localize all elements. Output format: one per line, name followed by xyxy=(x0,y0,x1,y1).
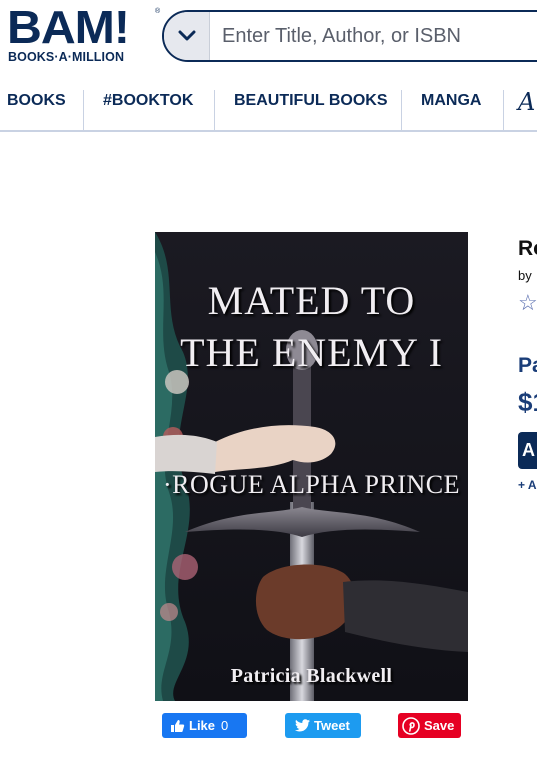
nav-item-manga[interactable]: MANGA xyxy=(421,92,481,130)
nav-item-books[interactable]: BOOKS xyxy=(7,92,66,130)
cover-title-line2: THE ENEMY I xyxy=(180,330,443,375)
facebook-like-button[interactable]: Like 0 xyxy=(162,713,247,738)
pinterest-icon xyxy=(402,716,420,735)
nav-divider xyxy=(503,90,504,130)
pinterest-save-button[interactable]: Save xyxy=(398,713,461,738)
chevron-down-icon xyxy=(178,30,195,41)
search-category-dropdown[interactable] xyxy=(164,12,210,60)
cover-title-line1: MATED TO xyxy=(207,278,416,323)
book-cover-image[interactable]: MATED TO THE ENEMY I ·ROGUE ALPHA PRINCE… xyxy=(155,232,468,701)
like-count: 0 xyxy=(221,718,229,733)
product-price: $1 xyxy=(518,387,537,417)
twitter-bird-icon xyxy=(295,719,310,732)
nav-item-booktok[interactable]: #BOOKTOK xyxy=(103,92,193,130)
add-to-wishlist-link[interactable]: + A xyxy=(518,478,537,492)
rating-star-icon[interactable]: ☆ xyxy=(518,290,537,316)
nav-divider xyxy=(83,90,84,130)
nav-item-script-link[interactable]: A xyxy=(518,88,535,116)
search-bar xyxy=(162,10,537,62)
tweet-label: Tweet xyxy=(314,718,350,733)
tweet-button[interactable]: Tweet xyxy=(285,713,361,738)
thumbs-up-icon xyxy=(171,719,185,732)
like-label: Like xyxy=(189,718,216,733)
cover-subtitle: ·ROGUE ALPHA PRINCE xyxy=(163,470,460,499)
nav-divider xyxy=(214,90,215,130)
logo-wordmark: BAM! xyxy=(7,1,130,53)
nav-item-beautiful-books[interactable]: BEAUTIFUL BOOKS xyxy=(234,92,387,130)
cover-author: Patricia Blackwell xyxy=(230,665,393,687)
add-to-cart-button[interactable]: A xyxy=(518,432,537,469)
nav-divider xyxy=(401,90,402,130)
logo-tagline: BOOKS·A·MILLION xyxy=(8,50,125,64)
product-author-byline: by xyxy=(518,268,532,283)
logo-registered-mark: ® xyxy=(155,8,161,15)
main-nav: BOOKS #BOOKTOK BEAUTIFUL BOOKS MANGA A xyxy=(0,88,537,132)
save-label: Save xyxy=(424,718,455,733)
bam-logo[interactable]: BAM! ® BOOKS·A·MILLION xyxy=(7,4,161,64)
search-input[interactable] xyxy=(222,12,537,60)
product-format: Pa xyxy=(518,354,537,377)
product-title: Ro xyxy=(518,237,537,260)
